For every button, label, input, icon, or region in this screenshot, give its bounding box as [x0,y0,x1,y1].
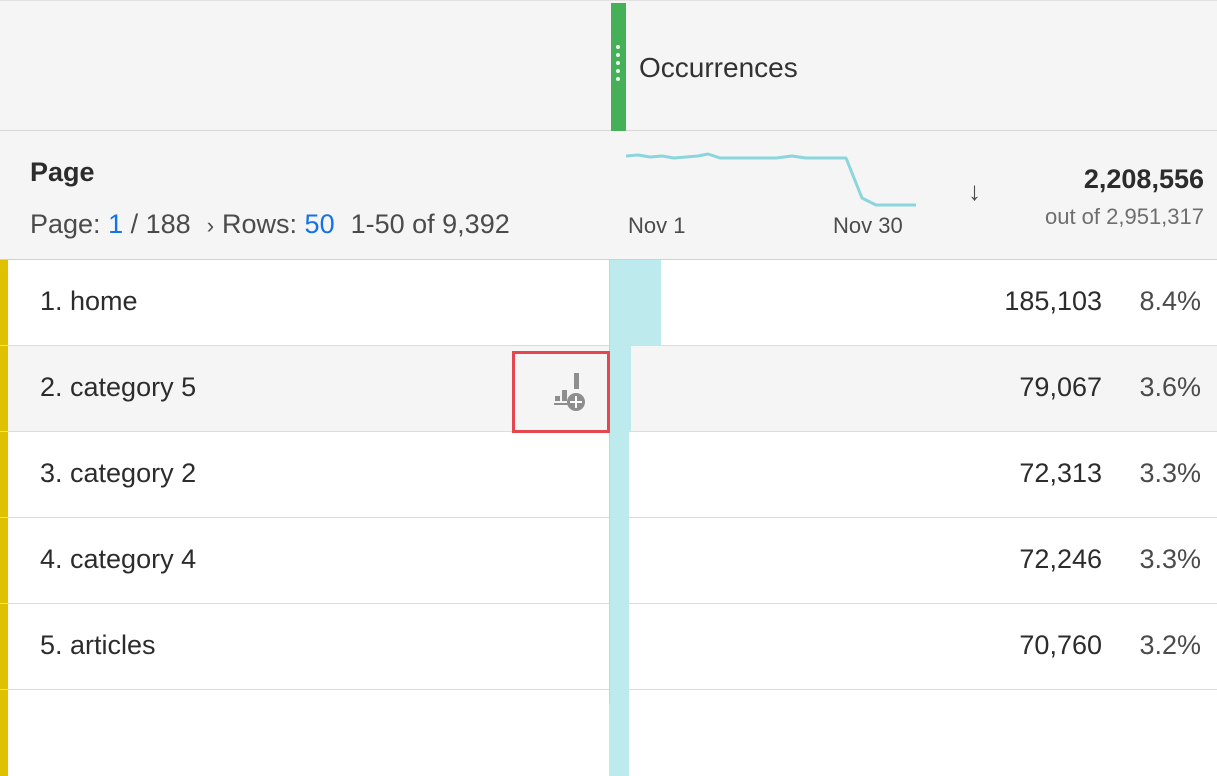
row-value: 72,246 [1019,544,1102,574]
trend-sparkline[interactable] [626,148,916,210]
grip-dot [616,53,620,57]
row-percent: 8.4% [1139,286,1201,316]
row-bar [609,690,629,776]
row-value: 185,103 [1004,286,1102,316]
rows-label: Rows: [222,209,298,239]
column-total: 2,208,556 [1083,164,1204,194]
row-bar [609,518,629,603]
metric-title[interactable]: Occurrences [639,52,798,84]
row-accent [0,690,8,776]
arrow-down-icon[interactable]: ↓ [968,176,981,207]
row-percent: 3.3% [1139,458,1201,488]
row-percent: 3.3% [1139,544,1201,574]
row-label[interactable]: 3. category 2 [40,458,196,489]
grip-dot [616,77,620,81]
row-value: 70,760 [1019,630,1102,660]
breakdown-button[interactable] [512,351,610,433]
dimension-header [0,131,1217,260]
metric-drag-handle[interactable] [611,3,626,131]
row-accent [0,518,8,603]
breakdown-add-icon [554,373,585,411]
page-total: / 188 [130,209,191,239]
row-range: 1-50 of 9,392 [350,209,510,239]
sparkline-start-label: Nov 1 [628,213,686,238]
grip-dot [616,69,620,73]
pagination: Page: 1 / 188 › Rows: 50 1-50 of 9,392 [30,209,510,240]
row-bar [609,346,631,431]
row-percent: 3.2% [1139,630,1201,660]
row-bar [609,260,661,345]
metric-header [0,0,1217,131]
row-bar [609,604,629,689]
sparkline-path [626,152,916,207]
column-divider [609,260,610,704]
row-percent: 3.6% [1139,372,1201,402]
row-label[interactable]: 1. home [40,286,138,317]
dimension-title[interactable]: Page [30,157,95,188]
row-accent [0,432,8,517]
row-value: 79,067 [1019,372,1102,402]
page-label: Page: [30,209,101,239]
row-accent [0,260,8,345]
row-bar [609,432,629,517]
rows-per-page[interactable]: 50 [305,209,335,239]
row-label[interactable]: 2. category 5 [40,372,196,403]
row-label[interactable]: 5. articles [40,630,156,661]
column-total-out-of: out of 2,951,317 [1044,204,1204,229]
row-accent [0,604,8,689]
page-current[interactable]: 1 [108,209,123,239]
row-value: 72,313 [1019,458,1102,488]
sparkline-end-label: Nov 30 [833,213,903,238]
row-label[interactable]: 4. category 4 [40,544,196,575]
grip-dot [616,61,620,65]
grip-dot [616,45,620,49]
row-accent [0,346,8,431]
chevron-right-icon[interactable]: › [207,213,214,239]
